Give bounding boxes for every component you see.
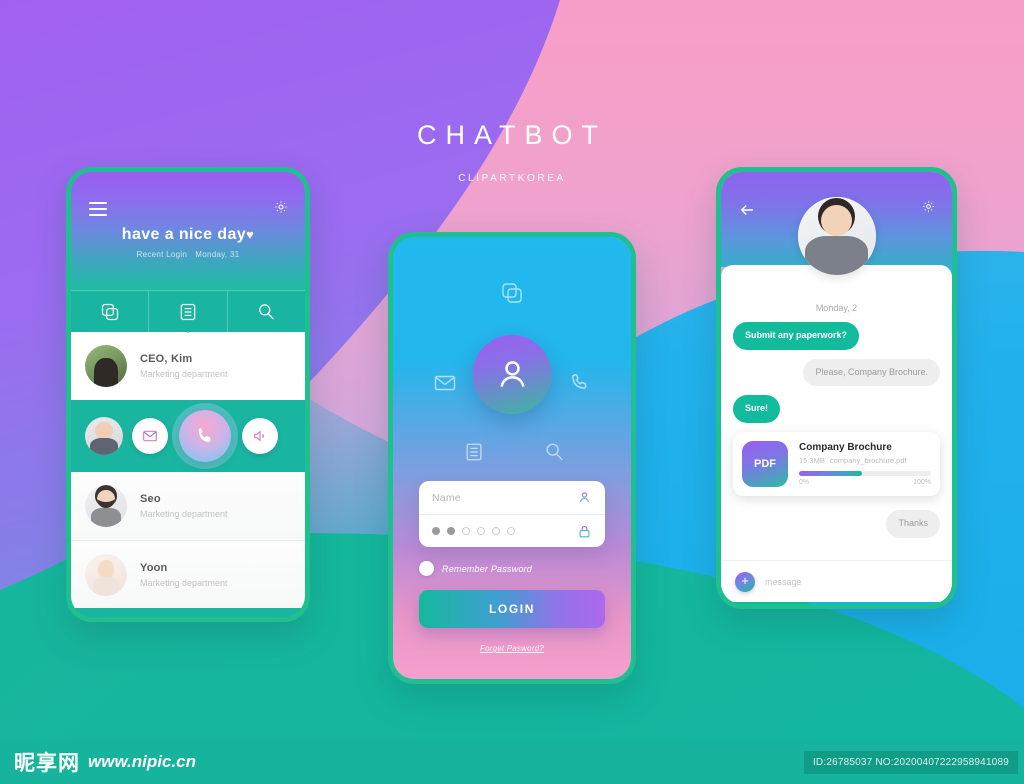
file-attachment-card[interactable]: PDF Company Brochure 15.3MB company_broch… xyxy=(733,432,940,497)
tab-copy[interactable] xyxy=(71,290,150,332)
contacts-tab-bar xyxy=(71,290,305,333)
avatar xyxy=(85,345,127,387)
contact-department: Marketing department xyxy=(140,509,228,519)
site-logo: 昵享网 xyxy=(14,751,80,775)
quick-action-row xyxy=(71,400,305,472)
phone-icon xyxy=(198,428,211,442)
login-screen: Name Remember Password LOGIN Forget Pasw… xyxy=(393,237,631,679)
contact-row-seo[interactable]: Seo Marketing department xyxy=(71,472,305,540)
document-icon[interactable] xyxy=(463,441,485,468)
progress-fill xyxy=(799,471,863,477)
file-title: Company Brochure xyxy=(799,442,892,454)
name-field[interactable]: Name xyxy=(419,481,605,514)
avatar xyxy=(85,485,127,527)
gear-icon[interactable] xyxy=(273,199,289,220)
avatar xyxy=(85,417,123,455)
document-icon xyxy=(180,303,196,320)
user-icon xyxy=(499,360,525,387)
contact-row-yoon[interactable]: Yoon Marketing department xyxy=(71,540,305,608)
back-arrow-icon[interactable] xyxy=(738,201,756,224)
chat-bubble-incoming: Thanks xyxy=(886,510,940,538)
remember-checkbox[interactable] xyxy=(419,561,434,576)
gear-icon[interactable] xyxy=(921,199,936,219)
login-form: Name Remember Password LOGIN Forget Pasw… xyxy=(419,481,605,653)
lock-icon xyxy=(579,525,590,537)
speaker-icon xyxy=(254,430,264,442)
name-input[interactable]: Name xyxy=(432,492,577,504)
phone-icon[interactable] xyxy=(569,371,593,400)
credentials-card: Name xyxy=(419,481,605,547)
page-title: CHATBOT xyxy=(417,120,607,150)
contact-row-ceo[interactable]: CEO, Kim Marketing department xyxy=(71,332,305,400)
message-input[interactable]: message xyxy=(765,577,802,587)
pdf-badge: PDF xyxy=(742,441,788,488)
speaker-action-button[interactable] xyxy=(242,418,278,454)
tab-document[interactable] xyxy=(149,290,228,333)
progress-track xyxy=(799,471,931,477)
contacts-list: CEO, Kim Marketing department Seo Market… xyxy=(71,332,305,617)
progress-labels: 0% 100% xyxy=(799,479,931,486)
site-url: www.nipic.cn xyxy=(88,752,196,771)
contact-name: CEO, Kim xyxy=(140,353,193,365)
recent-login-label: Recent Login xyxy=(136,250,188,259)
avatar[interactable] xyxy=(797,197,876,275)
watermark-footer: 昵享网 www.nipic.cn ID:26785037 NO:20200407… xyxy=(0,740,1024,784)
message-row: Thanks xyxy=(733,510,940,538)
chat-body: Monday, 2 Submit any paperwork? Please, … xyxy=(721,265,952,602)
password-dots xyxy=(432,527,577,535)
hamburger-icon[interactable] xyxy=(89,202,107,220)
phone-contacts: have a nice day♥ Recent Login Monday, 31 xyxy=(66,167,310,622)
copy-icon[interactable] xyxy=(500,281,524,310)
search-icon xyxy=(259,303,275,320)
remember-password-row[interactable]: Remember Password xyxy=(419,561,605,576)
icon-hub xyxy=(393,273,631,473)
message-row: Please, Company Brochure. xyxy=(733,358,940,387)
message-row: Sure! xyxy=(733,395,940,424)
chat-bubble-outgoing: Sure! xyxy=(733,395,781,424)
recent-login-date: Monday, 31 xyxy=(195,250,240,259)
progress-max-label: 100% xyxy=(913,479,931,487)
image-id-badge: ID:26785037 NO:20200407222958941089 xyxy=(803,750,1018,774)
recent-login-row: Recent Login Monday, 31 xyxy=(71,250,305,259)
avatar xyxy=(85,553,127,596)
user-avatar-button[interactable] xyxy=(472,335,552,414)
file-name: company_brochure.pdf xyxy=(829,456,907,466)
mail-action-button[interactable] xyxy=(132,418,168,454)
phone-login: Name Remember Password LOGIN Forget Pasw… xyxy=(388,232,636,684)
heart-icon: ♥ xyxy=(246,227,255,242)
copy-icon xyxy=(101,303,118,320)
contact-name: Seo xyxy=(140,493,161,505)
search-icon[interactable] xyxy=(543,441,565,468)
tab-search[interactable] xyxy=(227,290,305,332)
user-icon xyxy=(580,492,589,503)
message-row: Submit any paperwork? xyxy=(733,322,940,350)
file-meta: 15.3MB company_brochure.pdf xyxy=(799,456,931,465)
contact-department: Marketing department xyxy=(140,577,228,588)
mail-icon xyxy=(143,430,157,442)
contact-name: Yoon xyxy=(140,561,168,574)
chat-bubble-incoming: Please, Company Brochure. xyxy=(803,358,940,387)
remember-label: Remember Password xyxy=(442,563,532,574)
progress-min-label: 0% xyxy=(799,479,810,487)
contacts-header: have a nice day♥ Recent Login Monday, 31 xyxy=(71,172,305,290)
screenshot-stage: CHATBOT CLIPARTKOREA have a nice day♥ Re… xyxy=(0,0,1024,784)
file-size: 15.3MB xyxy=(799,456,825,466)
contact-department: Marketing department xyxy=(140,369,228,379)
plus-icon[interactable]: + xyxy=(735,571,755,592)
phone-chat: Monday, 2 Submit any paperwork? Please, … xyxy=(716,167,957,609)
password-field[interactable] xyxy=(419,514,605,547)
phone-action-button[interactable] xyxy=(179,410,231,462)
chat-header xyxy=(721,172,952,275)
forgot-password-link[interactable]: Forget Pasword? xyxy=(419,644,605,653)
greeting-text: have a nice day♥ xyxy=(71,226,305,244)
login-button[interactable]: LOGIN xyxy=(419,590,605,628)
mail-icon[interactable] xyxy=(433,371,457,400)
chat-bubble-outgoing: Submit any paperwork? xyxy=(733,322,860,350)
greeting-label: have a nice day xyxy=(121,226,247,243)
active-tab-caret xyxy=(181,326,195,333)
message-input-bar: + message xyxy=(721,560,952,602)
